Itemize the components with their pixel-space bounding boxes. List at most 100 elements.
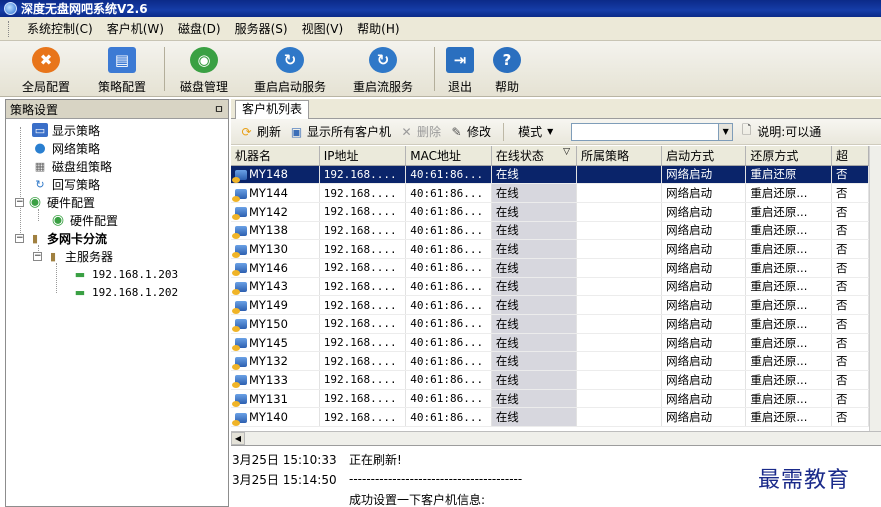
cell-super: 否: [831, 407, 869, 428]
client-computer-icon: [232, 263, 247, 277]
network-card-icon: ▬: [74, 285, 86, 299]
table-row[interactable]: MY133 192.168.... 40:61:86... 在线 网络启动 重启还原...…: [231, 370, 869, 390]
search-input[interactable]: [571, 122, 720, 141]
cell-policy: [576, 277, 663, 297]
column-header-ip[interactable]: IP地址: [319, 146, 407, 166]
cell-machine-name: MY148: [231, 165, 320, 185]
tree-item-writeback-policy[interactable]: ↻ 回写策略: [32, 175, 100, 193]
menu-client[interactable]: 客户机(W): [100, 17, 171, 41]
cell-boot-mode: 网络启动: [661, 333, 747, 353]
tree-item-disk-group-policy[interactable]: ▦ 磁盘组策略: [32, 157, 112, 175]
cell-boot-mode: 网络启动: [661, 183, 747, 203]
cell-online-status: 在线: [491, 221, 577, 241]
disk-group-icon: ▦: [34, 159, 46, 173]
cell-boot-mode: 网络启动: [661, 165, 747, 185]
column-header-online-status[interactable]: 在线状态 ▽: [491, 146, 577, 166]
table-row[interactable]: MY140 192.168.... 40:61:86... 在线 网络启动 重启还原...…: [231, 407, 869, 428]
delete-button[interactable]: ✕ 删除: [399, 123, 442, 140]
cell-ip: 192.168....: [319, 202, 407, 222]
table-row[interactable]: MY144 192.168.... 40:61:86... 在线 网络启动 重启还原...…: [231, 183, 869, 203]
client-table: 机器名 IP地址 MAC地址 在线状态 ▽ 所属策略 启动方式 还原方式 超 MY…: [231, 146, 869, 431]
tab-client-list[interactable]: 客户机列表: [235, 100, 310, 119]
column-header-machine-name[interactable]: 机器名: [231, 146, 320, 166]
cell-machine-name: MY132: [231, 351, 320, 372]
mode-dropdown[interactable]: 模式 ▼: [514, 123, 557, 140]
client-computer-icon: [232, 188, 247, 202]
toolbar-separator: [434, 47, 435, 91]
menu-system-control[interactable]: 系统控制(C): [20, 17, 100, 41]
menu-view[interactable]: 视图(V): [295, 17, 351, 41]
tree-item-network-policy[interactable]: ● 网络策略: [32, 139, 100, 157]
tree-item-display-policy[interactable]: ▭ 显示策略: [32, 121, 100, 139]
cell-online-status: 在线: [491, 277, 577, 297]
horizontal-scrollbar[interactable]: ◀: [231, 431, 881, 445]
cell-online-status: 在线: [491, 295, 577, 315]
refresh-button[interactable]: ⟳ 刷新: [239, 123, 281, 140]
tree-item-hardware-config[interactable]: − ◉ 硬件配置: [15, 193, 95, 211]
collapse-icon[interactable]: −: [15, 197, 24, 207]
collapse-icon[interactable]: −: [15, 233, 24, 243]
cell-super: 否: [831, 314, 869, 334]
menu-help[interactable]: 帮助(H): [350, 17, 406, 41]
column-header-boot-mode[interactable]: 启动方式: [661, 146, 747, 166]
tree-item-main-server[interactable]: − ▮ 主服务器: [33, 247, 113, 265]
tree-item-nic-202[interactable]: ▬ 192.168.1.202: [72, 283, 178, 301]
cell-restore-mode: 重启还原...: [745, 258, 833, 278]
server-icon: ▮: [49, 249, 57, 263]
cell-boot-mode: 网络启动: [661, 370, 747, 390]
help-button[interactable]: ? 帮助: [493, 47, 521, 95]
column-header-restore-mode[interactable]: 还原方式: [745, 146, 833, 166]
column-header-mac[interactable]: MAC地址: [405, 146, 492, 166]
show-all-clients-button[interactable]: ▣ 显示所有客户机: [289, 123, 391, 140]
table-row[interactable]: MY142 192.168.... 40:61:86... 在线 网络启动 重启还原...…: [231, 202, 869, 222]
writeback-icon: ↻: [35, 177, 45, 191]
cell-machine-name: MY150: [231, 314, 320, 334]
tree-line: [20, 127, 21, 239]
table-row[interactable]: MY150 192.168.... 40:61:86... 在线 网络启动 重启还原...…: [231, 314, 869, 334]
cell-mac: 40:61:86...: [405, 258, 492, 278]
menu-server[interactable]: 服务器(S): [228, 17, 295, 41]
window-title: 深度无盘网吧系统V2.6: [21, 2, 148, 16]
cell-super: 否: [831, 351, 869, 372]
disk-manage-button[interactable]: ◉ 磁盘管理: [180, 47, 228, 95]
cell-boot-mode: 网络启动: [661, 221, 747, 241]
computer-list-icon: ▣: [290, 124, 303, 139]
global-config-button[interactable]: ✖ 全局配置: [22, 47, 70, 95]
cell-ip: 192.168....: [319, 258, 407, 278]
table-row[interactable]: MY149 192.168.... 40:61:86... 在线 网络启动 重启还原...…: [231, 295, 869, 315]
tree-item-hardware-config-child[interactable]: ◉ 硬件配置: [50, 211, 118, 229]
collapse-icon[interactable]: −: [33, 251, 42, 261]
search-dropdown-button[interactable]: ▼: [719, 122, 734, 141]
table-row[interactable]: MY132 192.168.... 40:61:86... 在线 网络启动 重启还原...…: [231, 351, 869, 372]
restart-boot-service-button[interactable]: ↻ 重启启动服务: [254, 47, 326, 95]
pin-icon[interactable]: ㅁ: [214, 101, 224, 117]
table-row[interactable]: MY148 192.168.... 40:61:86... 在线 网络启动 重启还原否: [231, 165, 869, 185]
table-row[interactable]: MY145 192.168.... 40:61:86... 在线 网络启动 重启还原...…: [231, 333, 869, 353]
modify-button[interactable]: ✎ 修改: [449, 123, 492, 140]
cell-ip: 192.168....: [319, 389, 407, 409]
menu-disk[interactable]: 磁盘(D): [171, 17, 228, 41]
column-header-policy[interactable]: 所属策略: [576, 146, 663, 166]
column-header-super[interactable]: 超: [831, 146, 869, 166]
tree-item-nic-203[interactable]: ▬ 192.168.1.203: [72, 265, 178, 283]
table-row[interactable]: MY143 192.168.... 40:61:86... 在线 网络启动 重启还原...…: [231, 277, 869, 297]
menu-bar: 系统控制(C) 客户机(W) 磁盘(D) 服务器(S) 视图(V) 帮助(H): [0, 17, 881, 41]
cell-boot-mode: 网络启动: [661, 239, 747, 259]
table-row[interactable]: MY138 192.168.... 40:61:86... 在线 网络启动 重启还原...…: [231, 221, 869, 241]
cell-ip: 192.168....: [319, 239, 407, 259]
table-row[interactable]: MY131 192.168.... 40:61:86... 在线 网络启动 重启还原...…: [231, 389, 869, 409]
cell-restore-mode: 重启还原...: [745, 202, 833, 222]
cell-mac: 40:61:86...: [405, 202, 492, 222]
tree-item-multi-nic[interactable]: − ▮ 多网卡分流: [15, 229, 107, 247]
vertical-scrollbar[interactable]: [869, 146, 881, 431]
restart-stream-service-button[interactable]: ↻ 重启流服务: [353, 47, 413, 95]
client-computer-icon: [232, 207, 247, 221]
scroll-left-icon[interactable]: ◀: [231, 432, 245, 445]
policy-config-button[interactable]: ▤ 策略配置: [98, 47, 146, 95]
exit-button[interactable]: ⇥ 退出: [446, 47, 474, 95]
cell-ip: 192.168....: [319, 351, 407, 372]
table-row[interactable]: MY130 192.168.... 40:61:86... 在线 网络启动 重启还原...…: [231, 239, 869, 259]
cell-mac: 40:61:86...: [405, 333, 492, 353]
cell-restore-mode: 重启还原...: [745, 314, 833, 334]
table-row[interactable]: MY146 192.168.... 40:61:86... 在线 网络启动 重启还原...…: [231, 258, 869, 278]
